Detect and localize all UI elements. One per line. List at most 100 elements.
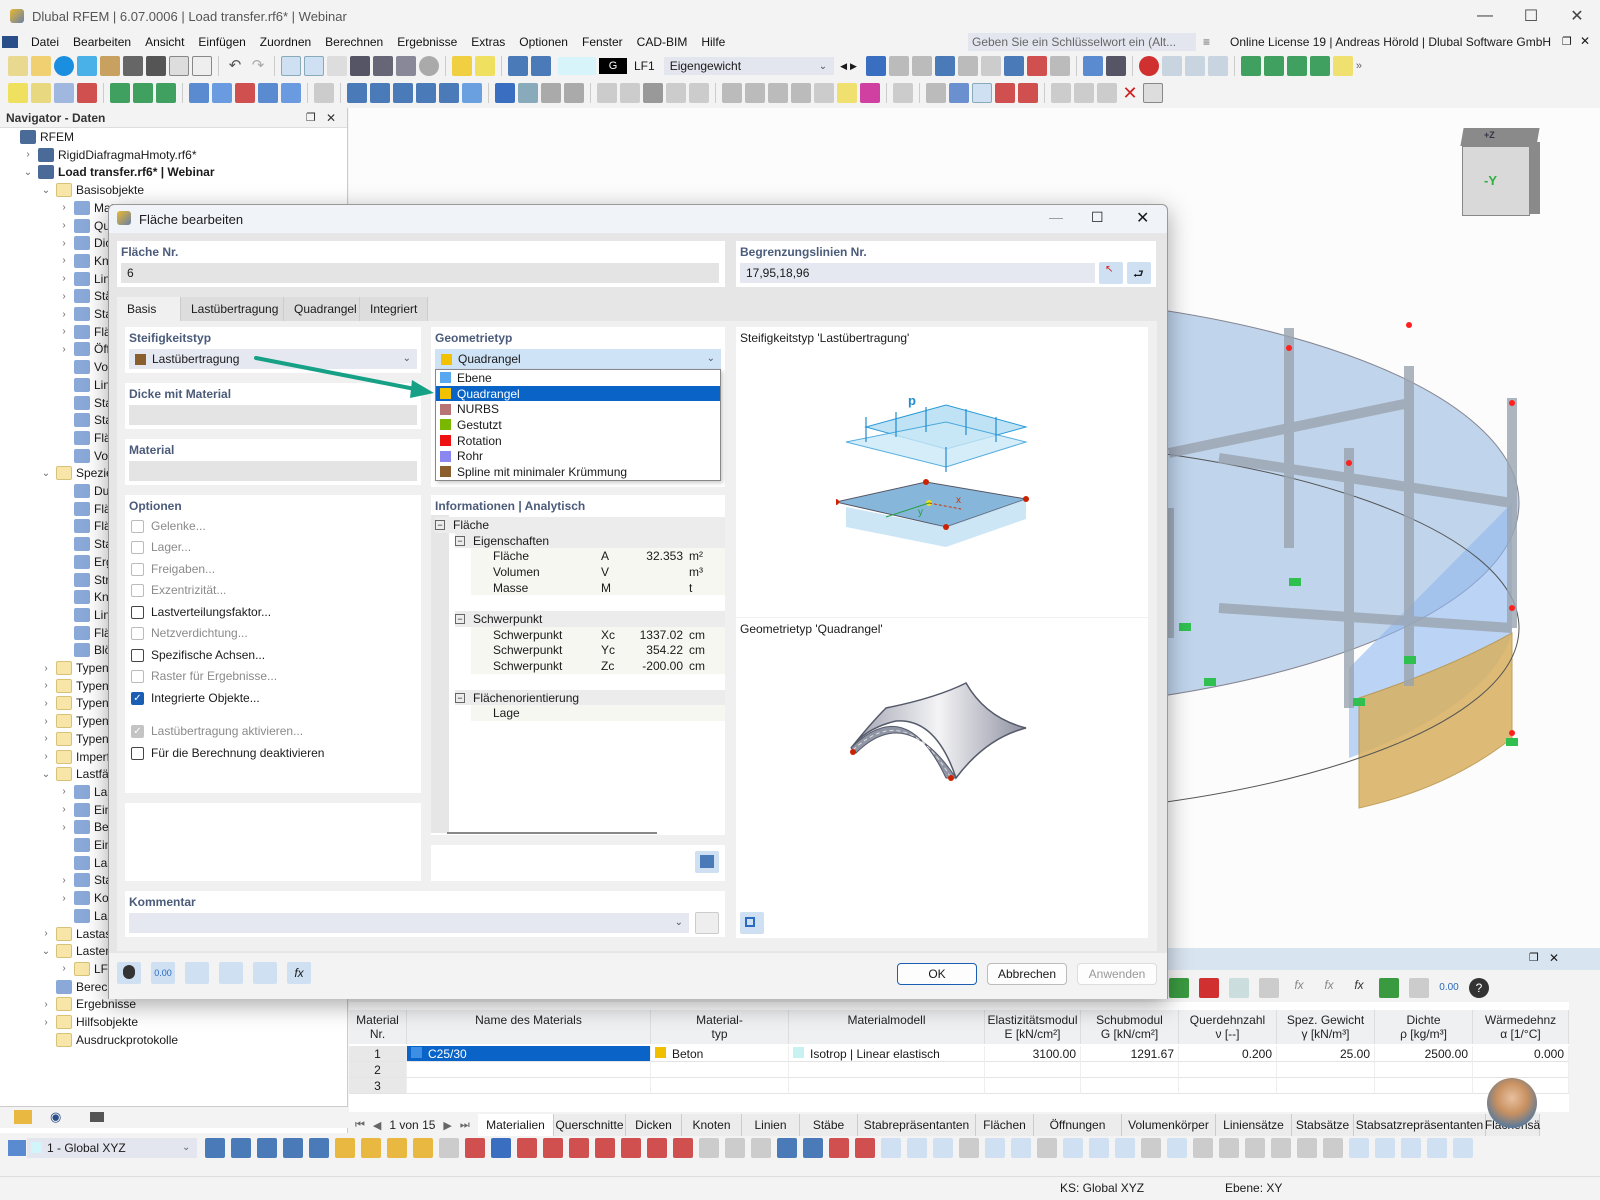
table-cell[interactable]: 1: [349, 1046, 407, 1062]
menu-berechnen[interactable]: Berechnen: [318, 35, 390, 49]
table-tab[interactable]: Materialien: [478, 1114, 554, 1136]
snap-icon-14[interactable]: [543, 1138, 563, 1158]
decimals-button[interactable]: 0.00: [151, 962, 175, 984]
column-header[interactable]: Material Nr.: [349, 1010, 407, 1044]
clip-icon[interactable]: [893, 83, 913, 103]
table-tab[interactable]: Flächen: [976, 1114, 1034, 1136]
collapsed-chevron-icon[interactable]: ›: [58, 963, 70, 974]
menu-optionen[interactable]: Optionen: [512, 35, 575, 49]
result-icon-10[interactable]: [1105, 56, 1126, 76]
collapsed-chevron-icon[interactable]: ›: [40, 698, 52, 709]
expanded-chevron-icon[interactable]: ⌄: [40, 468, 52, 479]
snap-icon-26[interactable]: [855, 1138, 875, 1158]
overflow-icon[interactable]: »: [1356, 60, 1362, 72]
menu-einfuegen[interactable]: Einfügen: [191, 35, 252, 49]
collapsed-chevron-icon[interactable]: ›: [40, 999, 52, 1010]
dialog-maximize-button[interactable]: ☐: [1091, 209, 1104, 226]
menu-ansicht[interactable]: Ansicht: [138, 35, 191, 49]
data-nav-tab-icon[interactable]: [14, 1110, 32, 1124]
export-icon[interactable]: [1199, 978, 1219, 998]
view-icon-4[interactable]: [666, 83, 686, 103]
table-cell[interactable]: 3: [349, 1078, 407, 1094]
collapsed-chevron-icon[interactable]: ›: [58, 309, 70, 320]
minimize-button[interactable]: —: [1462, 0, 1508, 32]
snap-icon-7[interactable]: [361, 1138, 381, 1158]
result-icon-2[interactable]: [911, 56, 932, 76]
support-icon-3[interactable]: [156, 83, 176, 103]
snap-icon-46[interactable]: [1375, 1138, 1395, 1158]
support-icon-2[interactable]: [133, 83, 153, 103]
view-z-icon[interactable]: [1286, 56, 1307, 76]
expanded-chevron-icon[interactable]: ⌄: [40, 185, 52, 196]
view-icon-3[interactable]: [643, 83, 663, 103]
load-surface-icon[interactable]: [416, 83, 436, 103]
cancel-button[interactable]: Abbrechen: [987, 963, 1067, 985]
load-node-icon[interactable]: [347, 83, 367, 103]
filter-icon[interactable]: [865, 56, 886, 76]
load-icon-2[interactable]: [531, 56, 551, 76]
tab-basis[interactable]: Basis: [117, 297, 181, 321]
collapsed-chevron-icon[interactable]: ›: [22, 149, 34, 160]
collapsed-chevron-icon[interactable]: ›: [58, 291, 70, 302]
report-icon[interactable]: [169, 56, 189, 76]
snap-icon-33[interactable]: [1037, 1138, 1057, 1158]
surface-number-field[interactable]: 6: [121, 263, 719, 283]
close-panel-icon[interactable]: ✕: [326, 111, 336, 125]
webinar-icon[interactable]: [419, 56, 439, 76]
collapsed-chevron-icon[interactable]: ›: [58, 273, 70, 284]
snap-icon-19[interactable]: [673, 1138, 693, 1158]
info-scrollbar[interactable]: [447, 832, 657, 834]
table-tab[interactable]: Knoten: [682, 1114, 742, 1136]
table-cell[interactable]: [789, 1078, 985, 1094]
snap-icon-17[interactable]: [621, 1138, 641, 1158]
collapsed-chevron-icon[interactable]: ›: [58, 875, 70, 886]
formula-icon-3[interactable]: fx: [1349, 978, 1369, 998]
column-header[interactable]: Spez. Gewicht γ [kN/m³]: [1277, 1010, 1375, 1044]
first-page-icon[interactable]: ⏮: [355, 1119, 365, 1132]
geometry-option[interactable]: NURBS: [436, 401, 720, 417]
snap-icon-16[interactable]: [595, 1138, 615, 1158]
snap-icon-40[interactable]: [1219, 1138, 1239, 1158]
tree-item[interactable]: Ausdruckprotokolle: [40, 1031, 178, 1049]
collapsed-chevron-icon[interactable]: ›: [58, 255, 70, 266]
table-cell[interactable]: [651, 1078, 789, 1094]
menu-bearbeiten[interactable]: Bearbeiten: [66, 35, 138, 49]
tree-item[interactable]: › Mat: [58, 199, 114, 217]
table-cell[interactable]: [985, 1062, 1081, 1078]
panel-icon[interactable]: [396, 56, 416, 76]
option-checkbox[interactable]: Lastverteilungsfaktor...: [131, 605, 271, 619]
snap-icon-6[interactable]: [335, 1138, 355, 1158]
new-polyline-icon[interactable]: [77, 83, 97, 103]
snap-icon-43[interactable]: [1297, 1138, 1317, 1158]
view-cube-front[interactable]: -Y: [1484, 173, 1497, 188]
info-properties-header[interactable]: − Eigenschaften: [455, 532, 725, 549]
section-icon-4[interactable]: [791, 83, 811, 103]
library-icon[interactable]: [100, 56, 120, 76]
print-icon[interactable]: [146, 56, 166, 76]
column-header[interactable]: Schubmodul G [kN/cm²]: [1081, 1010, 1179, 1044]
boundary-lines-field[interactable]: 17,95,18,96: [740, 263, 1095, 283]
expanded-chevron-icon[interactable]: ⌄: [40, 946, 52, 957]
geometry-option[interactable]: Rohr: [436, 448, 720, 464]
tree-item[interactable]: ⌄ Basisobjekte: [40, 181, 144, 199]
table-cell[interactable]: 2500.00: [1375, 1046, 1473, 1062]
save-icon[interactable]: [123, 56, 143, 76]
table-tab[interactable]: Dicken: [626, 1114, 682, 1136]
formula-icon-2[interactable]: fx: [1319, 978, 1339, 998]
redo-icon[interactable]: ↷: [248, 56, 268, 76]
snap-icon-9[interactable]: [413, 1138, 433, 1158]
result-icon-4[interactable]: [957, 56, 978, 76]
table-tab[interactable]: Öffnungen: [1034, 1114, 1122, 1136]
snap-icon-29[interactable]: [933, 1138, 953, 1158]
excel-icon[interactable]: [1379, 978, 1399, 998]
snap-icon[interactable]: [949, 83, 969, 103]
menu-hilfe[interactable]: Hilfe: [694, 35, 732, 49]
menu-extras[interactable]: Extras: [464, 35, 512, 49]
table-cell[interactable]: [1081, 1062, 1179, 1078]
prev-page-icon[interactable]: ◀: [373, 1119, 381, 1132]
snap-icon-32[interactable]: [1011, 1138, 1031, 1158]
snap-icon-27[interactable]: [881, 1138, 901, 1158]
column-header[interactable]: Elastizitätsmodul E [kN/cm²]: [985, 1010, 1081, 1044]
column-header[interactable]: Wärmedehnz α [1/°C]: [1473, 1010, 1569, 1044]
table-cell[interactable]: [1375, 1078, 1473, 1094]
